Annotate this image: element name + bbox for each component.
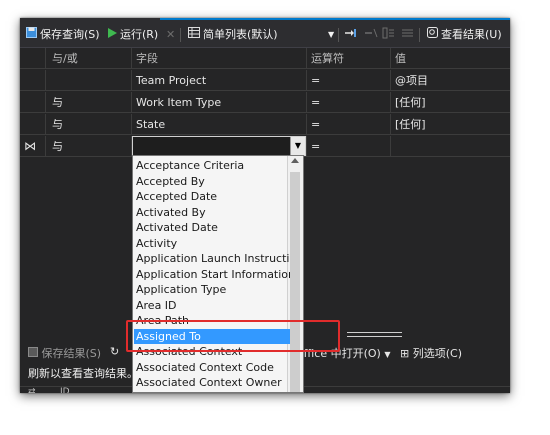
toolbar-divider (338, 28, 339, 42)
column-options-icon: ⊞ (400, 347, 410, 360)
view-results-label: 查看结果(U) (441, 28, 502, 41)
view-mode-label: 简单列表(默认) (203, 28, 278, 41)
value-column-header[interactable]: 值 (391, 48, 510, 69)
chevron-down-icon: ▼ (384, 350, 391, 359)
cancel-icon[interactable]: ✕ (166, 27, 175, 43)
field-column-header[interactable]: 字段 (132, 48, 307, 69)
new-row-marker-icon: ⋈ (20, 136, 46, 157)
column-options-button[interactable]: ⊞ 列选项(C) (400, 345, 462, 361)
field-cell[interactable]: Work Item Type (132, 92, 307, 113)
dropdown-option[interactable]: Associated Context Owner (134, 375, 290, 391)
operator-cell[interactable]: = (307, 114, 391, 135)
query-editor-window: 保存查询(S) 运行(R) ✕ 简单列表(默认) ▼ 查看结果(U) 与/或 字… (20, 18, 510, 393)
andor-cell[interactable]: 与 (46, 114, 132, 135)
row-selector[interactable] (20, 92, 46, 113)
field-cell[interactable]: Team Project (132, 70, 307, 91)
dropdown-option[interactable]: Activity (134, 236, 290, 252)
clause-row[interactable]: 与 State = [任何] (20, 114, 510, 136)
save-results-icon (28, 347, 38, 360)
annotation-highlight-box (126, 320, 340, 352)
andor-cell[interactable]: 与 (46, 92, 132, 113)
value-cell[interactable]: @项目 (391, 70, 510, 91)
query-toolbar: 保存查询(S) 运行(R) ✕ 简单列表(默认) ▼ 查看结果(U) (20, 23, 510, 48)
dropdown-option[interactable]: Application Launch Instructions (134, 251, 290, 267)
dropdown-option[interactable]: Accepted By (134, 174, 290, 190)
operator-cell[interactable]: = (307, 70, 391, 91)
id-column-header[interactable]: ID (60, 387, 70, 393)
andor-cell[interactable] (46, 70, 132, 91)
clause-row[interactable]: 与 Work Item Type = [任何] (20, 92, 510, 114)
grid-header-row: 与/或 字段 运算符 值 (20, 48, 510, 70)
dropdown-option[interactable]: Application Start Information (134, 267, 290, 283)
row-selector-header (20, 48, 46, 69)
dropdown-option[interactable]: Application Type (134, 282, 290, 298)
row-selector[interactable] (20, 114, 46, 135)
scrollbar-thumb[interactable] (290, 172, 300, 392)
dropdown-option[interactable]: Acceptance Criteria (134, 158, 290, 174)
list-icon (188, 27, 200, 43)
field-dropdown-list[interactable]: Acceptance Criteria Accepted By Accepted D… (132, 155, 304, 393)
pane-splitter[interactable] (347, 332, 402, 337)
field-combobox[interactable]: ▼ (132, 136, 306, 156)
dropdown-option[interactable]: Activated By (134, 205, 290, 221)
row-selector[interactable] (20, 70, 46, 91)
group-clauses-icon[interactable] (382, 27, 395, 43)
field-cell[interactable]: State (132, 114, 307, 135)
delete-clause-icon[interactable] (364, 27, 378, 43)
save-icon (26, 27, 37, 43)
results-row-icon: ⇄ (28, 387, 36, 393)
dropdown-option[interactable]: Activated Date (134, 220, 290, 236)
insert-clause-icon[interactable] (344, 27, 358, 43)
clause-row[interactable]: Team Project = @项目 (20, 70, 510, 92)
active-tab-accent (160, 18, 510, 20)
view-mode-chevron-down-icon[interactable]: ▼ (328, 27, 334, 43)
dropdown-option[interactable]: Associated Context Code (134, 360, 290, 376)
refresh-hint-text: 刷新以查看查询结果。 (28, 367, 138, 380)
toolbar-divider (419, 28, 420, 42)
save-query-label: 保存查询(S) (40, 28, 100, 41)
ungroup-clauses-icon[interactable] (401, 27, 414, 43)
run-label: 运行(R) (120, 28, 159, 41)
save-query-button[interactable]: 保存查询(S) (26, 27, 100, 43)
andor-column-header[interactable]: 与/或 (46, 48, 132, 69)
play-icon (108, 27, 117, 43)
toolbar-divider (180, 28, 181, 42)
view-mode-dropdown[interactable]: 简单列表(默认) (188, 27, 278, 43)
run-button[interactable]: 运行(R) (108, 27, 158, 43)
value-cell[interactable]: [任何] (391, 114, 510, 135)
value-cell[interactable]: [任何] (391, 92, 510, 113)
field-cell-editing[interactable]: ▼ (132, 136, 307, 157)
dropdown-option[interactable]: Accepted Date (134, 189, 290, 205)
operator-cell[interactable]: = (307, 136, 391, 157)
dropdown-option[interactable]: Area ID (134, 298, 290, 314)
andor-cell[interactable]: 与 (46, 136, 132, 157)
results-icon (427, 27, 438, 43)
save-results-button[interactable]: 保存结果(S) (28, 345, 101, 361)
save-results-label: 保存结果(S) (41, 347, 102, 360)
combobox-chevron-down-icon[interactable]: ▼ (290, 137, 305, 155)
operator-column-header[interactable]: 运算符 (307, 48, 391, 69)
view-results-button[interactable]: 查看结果(U) (427, 27, 502, 43)
operator-cell[interactable]: = (307, 92, 391, 113)
scroll-up-icon[interactable] (291, 158, 299, 163)
column-options-label: 列选项(C) (412, 347, 462, 360)
value-cell[interactable] (391, 136, 510, 157)
refresh-icon[interactable]: ↻ (110, 345, 119, 358)
